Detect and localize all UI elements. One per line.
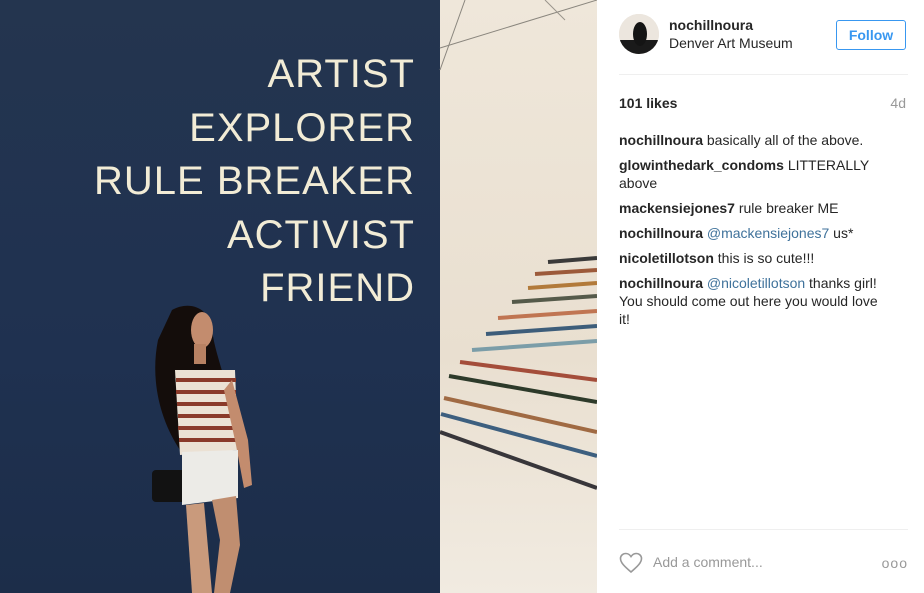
comment-text: basically all of the above.: [706, 132, 864, 148]
comment: mackensiejones7 rule breaker ME: [619, 199, 889, 217]
avatar[interactable]: [619, 14, 659, 54]
wall-text-line: RULE BREAKER: [94, 159, 415, 203]
divider: [619, 74, 908, 75]
comment-username[interactable]: nochillnoura: [619, 225, 703, 241]
comment-list: nochillnoura basically all of the above.…: [619, 131, 889, 335]
comment-mention[interactable]: @nicoletillotson: [707, 275, 805, 291]
add-comment-input[interactable]: Add a comment...: [653, 554, 763, 570]
wall-text-line: ARTIST: [267, 52, 415, 96]
comment-text: us*: [833, 225, 854, 241]
comment: nochillnoura basically all of the above.: [619, 131, 889, 149]
comment-username[interactable]: mackensiejones7: [619, 200, 735, 216]
comment-mention[interactable]: @mackensiejones7: [707, 225, 829, 241]
post-sidebar: nochillnoura Denver Art Museum Follow 10…: [597, 0, 924, 593]
comment: nicoletillotson this is so cute!!!: [619, 249, 889, 267]
comment: nochillnoura @nicoletillotson thanks gir…: [619, 274, 889, 328]
wall-lettering: ARTIST EXPLORER RULE BREAKER ACTIVIST FR…: [94, 48, 415, 316]
woman-figure: [152, 305, 252, 593]
comment-username[interactable]: nochillnoura: [619, 275, 703, 291]
follow-button[interactable]: Follow: [836, 20, 906, 50]
header-username[interactable]: nochillnoura: [669, 17, 753, 33]
header-location[interactable]: Denver Art Museum: [669, 35, 793, 51]
post-photo[interactable]: ARTIST EXPLORER RULE BREAKER ACTIVIST FR…: [0, 0, 597, 593]
comment-username[interactable]: nochillnoura: [619, 132, 703, 148]
wall-text-line: ACTIVIST: [226, 212, 415, 257]
likes-count[interactable]: 101 likes: [619, 95, 677, 111]
post-header: nochillnoura Denver Art Museum Follow: [619, 14, 908, 62]
comment-text: rule breaker ME: [738, 200, 839, 216]
comment-username[interactable]: glowinthedark_condoms: [619, 157, 784, 173]
comment: glowinthedark_condoms LITTERALLY above: [619, 156, 889, 192]
comment: nochillnoura @mackensiejones7 us*: [619, 224, 889, 242]
comment-text: this is so cute!!!: [717, 250, 815, 266]
divider: [619, 529, 908, 530]
post-age[interactable]: 4d: [890, 95, 906, 111]
heart-icon[interactable]: [619, 552, 643, 574]
comment-footer: Add a comment... ooo: [619, 545, 908, 581]
comment-username[interactable]: nicoletillotson: [619, 250, 714, 266]
wall-text-line: EXPLORER: [189, 105, 415, 150]
more-options-icon[interactable]: ooo: [882, 555, 908, 571]
